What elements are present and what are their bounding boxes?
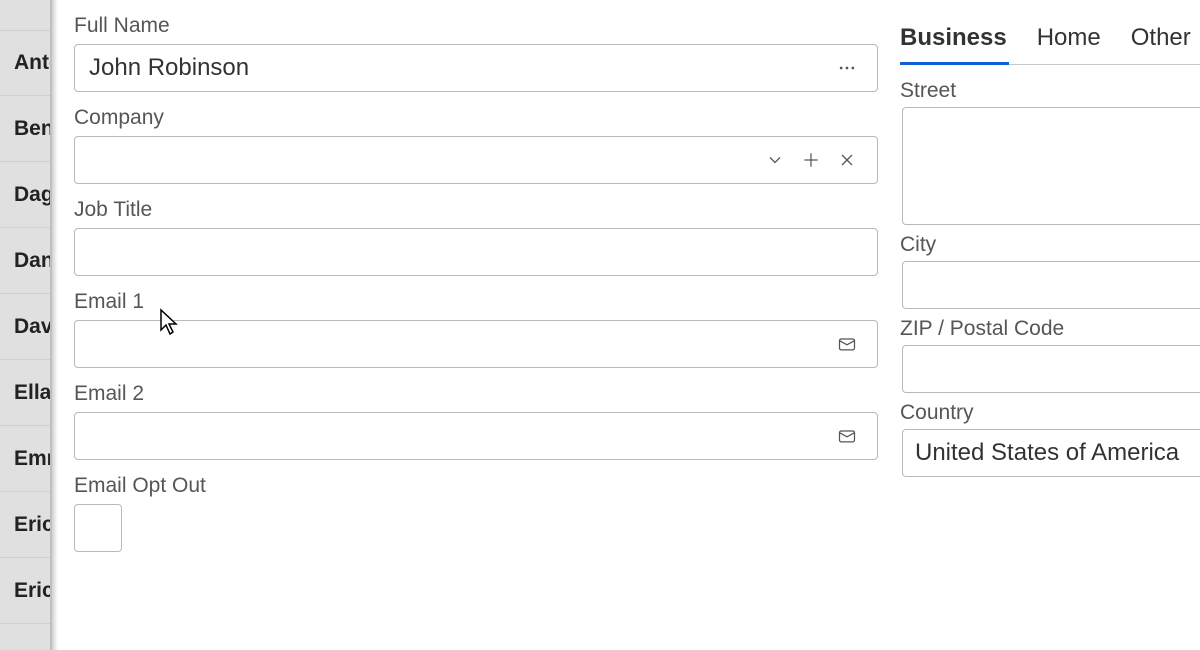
- zip-label: ZIP / Postal Code: [900, 317, 1200, 341]
- job-title-field[interactable]: [74, 228, 878, 276]
- job-title-input[interactable]: [87, 237, 865, 267]
- full-name-label: Full Name: [74, 14, 878, 38]
- mail-icon[interactable]: [829, 326, 865, 362]
- company-input[interactable]: [87, 145, 757, 175]
- company-field[interactable]: [74, 136, 878, 184]
- more-horizontal-icon[interactable]: [829, 50, 865, 86]
- list-item[interactable]: Dagmar: [0, 162, 50, 228]
- close-icon[interactable]: [829, 142, 865, 178]
- plus-icon[interactable]: [793, 142, 829, 178]
- mail-icon[interactable]: [829, 418, 865, 454]
- email2-label: Email 2: [74, 382, 878, 406]
- list-item[interactable]: Daniel: [0, 228, 50, 294]
- email2-field[interactable]: [74, 412, 878, 460]
- list-item[interactable]: Eric: [0, 492, 50, 558]
- list-item[interactable]: Antonio: [0, 30, 50, 96]
- email1-field[interactable]: [74, 320, 878, 368]
- contact-form: Full Name Company: [52, 0, 900, 650]
- country-label: Country: [900, 401, 1200, 425]
- job-title-label: Job Title: [74, 198, 878, 222]
- email1-input[interactable]: [87, 329, 829, 359]
- email1-label: Email 1: [74, 290, 878, 314]
- full-name-input[interactable]: [87, 53, 829, 83]
- street-field[interactable]: [902, 107, 1200, 225]
- street-label: Street: [900, 79, 1200, 103]
- tab-other[interactable]: Other: [1131, 24, 1191, 64]
- email-opt-out-label: Email Opt Out: [74, 474, 878, 498]
- list-item[interactable]: Ella: [0, 360, 50, 426]
- tab-business[interactable]: Business: [900, 24, 1007, 64]
- zip-input[interactable]: [915, 354, 1188, 384]
- list-item[interactable]: David: [0, 294, 50, 360]
- company-label: Company: [74, 106, 878, 130]
- full-name-field[interactable]: [74, 44, 878, 92]
- city-field[interactable]: [902, 261, 1200, 309]
- tab-home[interactable]: Home: [1037, 24, 1101, 64]
- list-item[interactable]: Emma: [0, 426, 50, 492]
- list-item[interactable]: Benjamin: [0, 96, 50, 162]
- country-field[interactable]: United States of America: [902, 429, 1200, 477]
- zip-field[interactable]: [902, 345, 1200, 393]
- address-panel: Business Home Other Street City ZIP / Po…: [900, 0, 1200, 650]
- contacts-sidebar: Antonio Benjamin Dagmar Daniel David Ell…: [0, 0, 52, 650]
- city-label: City: [900, 233, 1200, 257]
- chevron-down-icon[interactable]: [757, 142, 793, 178]
- address-tabs: Business Home Other: [900, 24, 1200, 65]
- street-input[interactable]: [915, 116, 1188, 146]
- country-value: United States of America: [915, 439, 1188, 467]
- email-opt-out-checkbox[interactable]: [74, 504, 122, 552]
- email2-input[interactable]: [87, 421, 829, 451]
- list-item[interactable]: Erich: [0, 558, 50, 624]
- city-input[interactable]: [915, 270, 1188, 300]
